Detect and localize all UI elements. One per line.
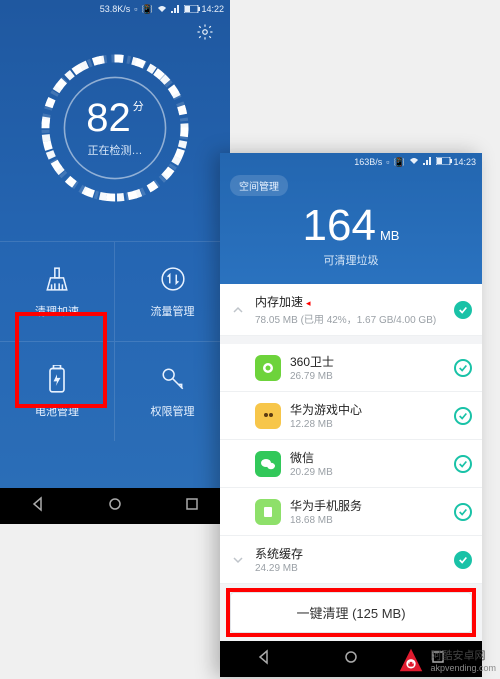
- app-size: 20.29 MB: [290, 467, 445, 478]
- nav-back[interactable]: [30, 496, 46, 517]
- one-click-clean-button[interactable]: 一键清理 (125 MB): [230, 592, 472, 633]
- watermark: 阿酷安卓网 akpvending.com: [396, 645, 496, 675]
- broom-icon: [43, 265, 71, 293]
- cleanup-header: 163B/s ▫ 📳 37 14:23 空间管理 164 MB 可清理垃圾: [220, 153, 482, 284]
- status-bar: 163B/s ▫ 📳 37 14:23: [220, 153, 482, 171]
- memory-sub: 78.05 MB (已用 42%，1.67 GB/4.00 GB): [255, 311, 445, 326]
- battery-icon: [43, 365, 71, 393]
- list-item[interactable]: 微信 20.29 MB: [220, 440, 482, 488]
- nav-recent[interactable]: [184, 496, 200, 517]
- signal-icon: [171, 5, 180, 13]
- chevron-down-icon: [230, 554, 246, 566]
- android-navbar: [0, 488, 230, 524]
- check-toggle[interactable]: [454, 301, 472, 319]
- wifi-icon: [409, 157, 419, 167]
- updown-icon: [159, 265, 187, 293]
- app-icon-hw-game: [255, 403, 281, 429]
- bottom-action-bar: 一键清理 (125 MB): [220, 584, 482, 641]
- net-speed: 53.8K/s: [100, 4, 131, 14]
- vibrate-icon: 📳: [141, 4, 152, 15]
- nav-home[interactable]: [107, 496, 123, 517]
- app-name: 华为游戏中心: [290, 401, 445, 418]
- score-gauge: 82分 正在检测…: [0, 49, 230, 207]
- list-item[interactable]: 华为手机服务 18.68 MB: [220, 488, 482, 536]
- watermark-brand: 阿酷安卓网: [430, 650, 485, 662]
- app-name: 系统缓存: [255, 545, 445, 562]
- app-icon-360: [255, 355, 281, 381]
- cleanable-unit: MB: [380, 228, 400, 243]
- grid-label: 流量管理: [151, 303, 195, 319]
- memory-accel-row[interactable]: 内存加速◂ 78.05 MB (已用 42%，1.67 GB/4.00 GB): [220, 284, 482, 336]
- list-item[interactable]: 华为游戏中心 12.28 MB: [220, 392, 482, 440]
- grid-permission-mgr[interactable]: 权限管理: [115, 341, 230, 441]
- check-toggle[interactable]: [454, 551, 472, 569]
- status-bar: 53.8K/s ▫ 📳 38 14:22: [0, 0, 230, 18]
- check-toggle[interactable]: [454, 455, 472, 473]
- phone-manager-main-screen: 53.8K/s ▫ 📳 38 14:22: [0, 0, 230, 524]
- app-name: 华为手机服务: [290, 497, 445, 514]
- app-size: 24.29 MB: [255, 563, 445, 574]
- grid-clean-accel[interactable]: 清理加速: [0, 241, 115, 341]
- key-icon: [159, 365, 187, 393]
- grid-battery-mgr[interactable]: 电池管理: [0, 341, 115, 441]
- system-cache-row[interactable]: 系统缓存 24.29 MB: [220, 536, 482, 584]
- indicator-icon: ◂: [306, 298, 311, 308]
- cleanable-label: 可清理垃圾: [220, 252, 482, 268]
- nav-back[interactable]: [256, 649, 272, 670]
- check-toggle[interactable]: [454, 407, 472, 425]
- app-size: 12.28 MB: [290, 419, 445, 430]
- check-toggle[interactable]: [454, 503, 472, 521]
- grid-label: 清理加速: [35, 303, 79, 319]
- app-name: 微信: [290, 449, 445, 466]
- list-item[interactable]: 360卫士 26.79 MB: [220, 344, 482, 392]
- cleanup-list[interactable]: 内存加速◂ 78.05 MB (已用 42%，1.67 GB/4.00 GB) …: [220, 284, 482, 622]
- cleanable-size: 164: [303, 201, 376, 250]
- nfc-icon: ▫: [134, 4, 137, 14]
- battery-pct: 37: [442, 159, 450, 166]
- nav-home[interactable]: [343, 649, 359, 670]
- grid-traffic-mgr[interactable]: 流量管理: [115, 241, 230, 341]
- memory-title: 内存加速: [255, 295, 303, 309]
- settings-button[interactable]: [194, 21, 216, 43]
- chevron-up-icon: [230, 304, 246, 316]
- feature-grid: 清理加速 流量管理 电池管理 权限管理: [0, 241, 230, 441]
- signal-icon: [423, 157, 432, 167]
- check-toggle[interactable]: [454, 359, 472, 377]
- grid-label: 电池管理: [35, 403, 79, 419]
- app-size: 26.79 MB: [290, 371, 445, 382]
- wifi-icon: [157, 5, 167, 13]
- battery-pct: 38: [190, 6, 198, 13]
- app-icon-hw-service: [255, 499, 281, 525]
- android-logo-icon: [396, 645, 426, 675]
- app-size: 18.68 MB: [290, 515, 445, 526]
- clock: 14:23: [453, 157, 476, 167]
- nfc-icon: ▫: [386, 157, 389, 167]
- vibrate-icon: 📳: [393, 157, 404, 168]
- app-name: 360卫士: [290, 353, 445, 370]
- cleanup-detail-screen: 163B/s ▫ 📳 37 14:23 空间管理 164 MB 可清理垃圾 内存加…: [220, 153, 482, 677]
- app-icon-wechat: [255, 451, 281, 477]
- gear-icon: [196, 23, 214, 41]
- net-speed: 163B/s: [354, 157, 382, 167]
- grid-label: 权限管理: [151, 403, 195, 419]
- watermark-url: akpvending.com: [430, 663, 496, 673]
- storage-chip[interactable]: 空间管理: [230, 175, 288, 196]
- clock: 14:22: [201, 4, 224, 14]
